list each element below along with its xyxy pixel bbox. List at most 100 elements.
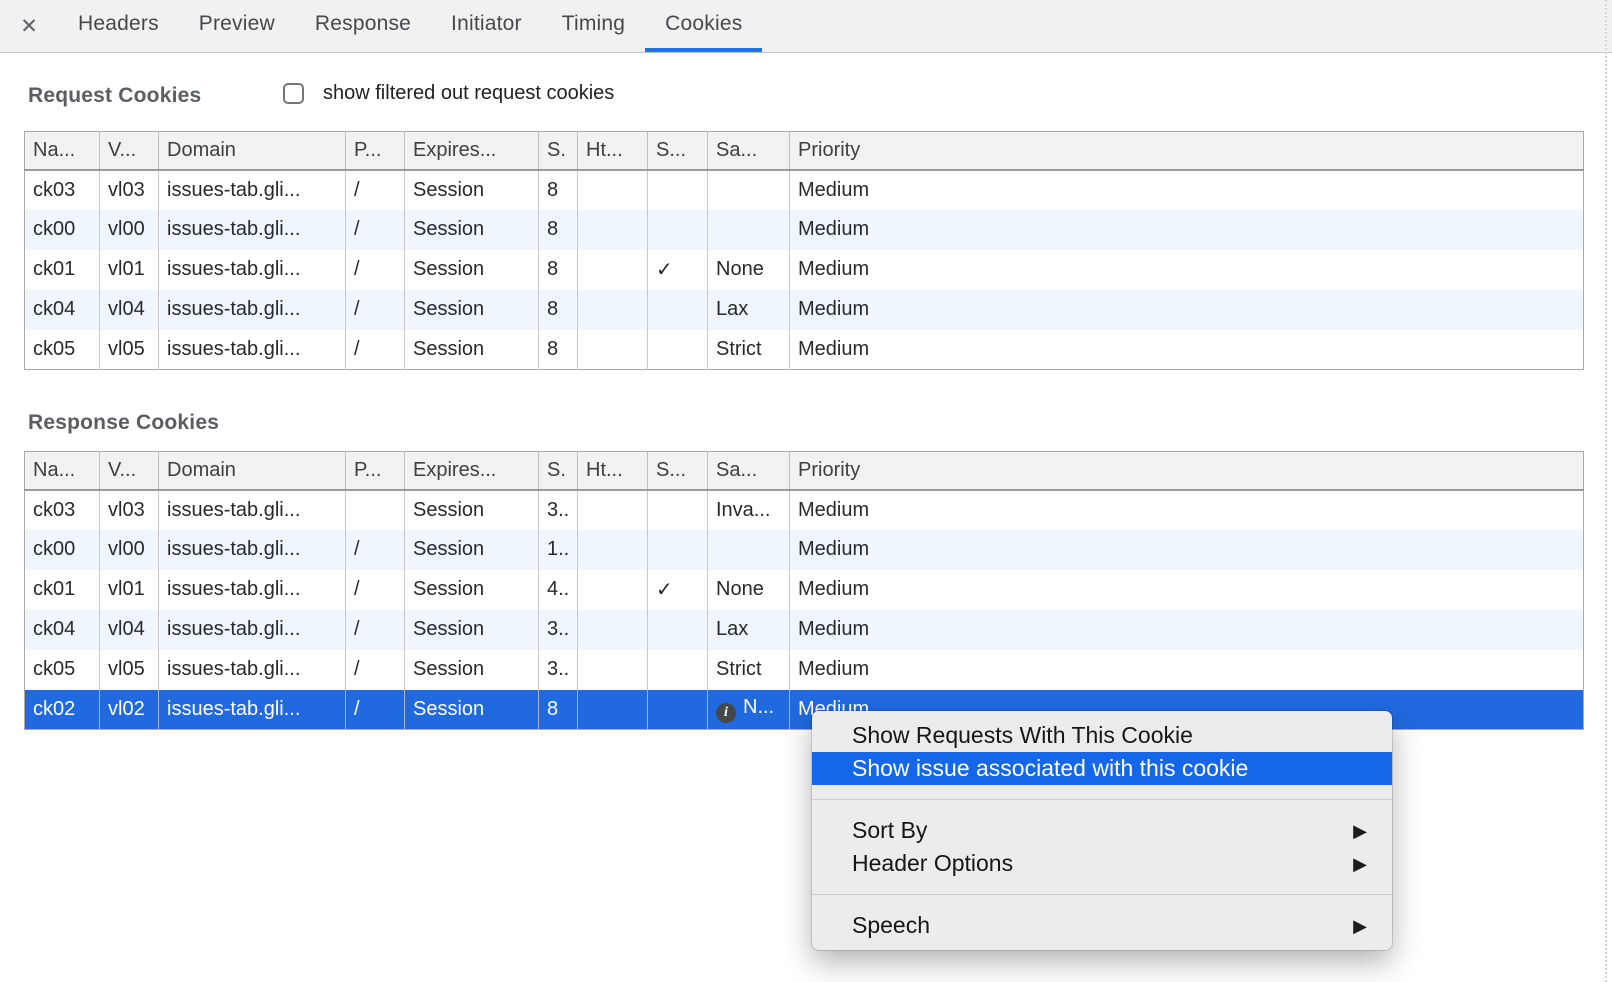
tab-preview[interactable]: Preview xyxy=(179,0,295,52)
cell-samesite: Lax xyxy=(708,610,790,650)
column-header-path[interactable]: P... xyxy=(346,132,405,170)
cell-samesite: Strict xyxy=(708,650,790,690)
column-header-value[interactable]: V... xyxy=(100,452,159,490)
column-header-size[interactable]: S. xyxy=(539,452,578,490)
cell-name: ck05 xyxy=(25,650,100,690)
cell-priority: Medium xyxy=(790,650,1584,690)
menu-separator xyxy=(812,799,1392,800)
cell-path: / xyxy=(346,290,405,330)
tab-response[interactable]: Response xyxy=(295,0,431,52)
cell-httponly xyxy=(578,530,648,570)
submenu-arrow-icon: ▶ xyxy=(1353,855,1367,873)
cookie-row-ck03[interactable]: ck03vl03issues-tab.gli.../Session8Medium xyxy=(25,170,1584,210)
menu-item-label: Show Requests With This Cookie xyxy=(852,722,1193,749)
cell-name: ck05 xyxy=(25,330,100,370)
cell-size: 1.. xyxy=(539,530,578,570)
cell-secure xyxy=(648,610,708,650)
cell-samesite: Lax xyxy=(708,290,790,330)
menu-item-label: Show issue associated with this cookie xyxy=(852,755,1248,782)
cell-value: vl03 xyxy=(100,490,159,530)
tab-headers[interactable]: Headers xyxy=(58,0,179,52)
cell-samesite xyxy=(708,170,790,210)
column-header-name[interactable]: Na... xyxy=(25,452,100,490)
cell-domain: issues-tab.gli... xyxy=(159,610,346,650)
cookie-row-ck05[interactable]: ck05vl05issues-tab.gli.../Session8Strict… xyxy=(25,330,1584,370)
cell-name: ck04 xyxy=(25,610,100,650)
cell-size: 8 xyxy=(539,690,578,730)
cookie-row-ck04[interactable]: ck04vl04issues-tab.gli.../Session8LaxMed… xyxy=(25,290,1584,330)
column-header-secure[interactable]: S... xyxy=(648,132,708,170)
column-header-priority[interactable]: Priority xyxy=(790,132,1584,170)
cookie-row-ck04[interactable]: ck04vl04issues-tab.gli.../Session3..LaxM… xyxy=(25,610,1584,650)
close-icon[interactable]: ✕ xyxy=(12,0,46,52)
cell-path: / xyxy=(346,530,405,570)
cell-secure xyxy=(648,690,708,730)
cell-priority: Medium xyxy=(790,330,1584,370)
cell-expires: Session xyxy=(405,210,539,250)
cell-domain: issues-tab.gli... xyxy=(159,650,346,690)
cell-value: vl03 xyxy=(100,170,159,210)
cell-samesite: Strict xyxy=(708,330,790,370)
column-header-expires[interactable]: Expires... xyxy=(405,132,539,170)
cell-size: 3.. xyxy=(539,490,578,530)
cell-expires: Session xyxy=(405,610,539,650)
column-header-path[interactable]: P... xyxy=(346,452,405,490)
filter-checkbox[interactable] xyxy=(283,83,304,104)
menu-item-sort-by[interactable]: Sort By▶ xyxy=(812,814,1392,847)
column-header-domain[interactable]: Domain xyxy=(159,452,346,490)
column-header-samesite[interactable]: Sa... xyxy=(708,452,790,490)
tab-timing[interactable]: Timing xyxy=(542,0,645,52)
cell-size: 4.. xyxy=(539,570,578,610)
cell-value: vl01 xyxy=(100,570,159,610)
menu-item-label: Sort By xyxy=(852,817,927,844)
cell-value: vl04 xyxy=(100,610,159,650)
cell-expires: Session xyxy=(405,690,539,730)
cell-value: vl04 xyxy=(100,290,159,330)
menu-item-header-options[interactable]: Header Options▶ xyxy=(812,847,1392,880)
cell-value: vl00 xyxy=(100,210,159,250)
cell-expires: Session xyxy=(405,170,539,210)
column-header-expires[interactable]: Expires... xyxy=(405,452,539,490)
cell-samesite: iN... xyxy=(708,690,790,730)
tab-bar-tabs: HeadersPreviewResponseInitiatorTimingCoo… xyxy=(58,0,762,52)
menu-item-speech[interactable]: Speech▶ xyxy=(812,909,1392,942)
column-header-domain[interactable]: Domain xyxy=(159,132,346,170)
cell-path: / xyxy=(346,330,405,370)
cell-size: 8 xyxy=(539,170,578,210)
column-header-priority[interactable]: Priority xyxy=(790,452,1584,490)
cookie-row-ck01[interactable]: ck01vl01issues-tab.gli.../Session4..✓Non… xyxy=(25,570,1584,610)
cell-path xyxy=(346,490,405,530)
column-header-samesite[interactable]: Sa... xyxy=(708,132,790,170)
column-header-value[interactable]: V... xyxy=(100,132,159,170)
tab-initiator[interactable]: Initiator xyxy=(431,0,542,52)
column-header-httponly[interactable]: Ht... xyxy=(578,452,648,490)
filter-checkbox-row[interactable]: show filtered out request cookies xyxy=(283,82,614,105)
cell-httponly xyxy=(578,690,648,730)
cookie-row-ck05[interactable]: ck05vl05issues-tab.gli.../Session3..Stri… xyxy=(25,650,1584,690)
cell-priority: Medium xyxy=(790,210,1584,250)
cell-domain: issues-tab.gli... xyxy=(159,170,346,210)
cell-path: / xyxy=(346,610,405,650)
cell-domain: issues-tab.gli... xyxy=(159,290,346,330)
cell-secure: ✓ xyxy=(648,250,708,290)
column-header-secure[interactable]: S... xyxy=(648,452,708,490)
cookie-row-ck01[interactable]: ck01vl01issues-tab.gli.../Session8✓NoneM… xyxy=(25,250,1584,290)
cell-name: ck00 xyxy=(25,530,100,570)
cell-value: vl01 xyxy=(100,250,159,290)
cell-secure xyxy=(648,530,708,570)
cell-domain: issues-tab.gli... xyxy=(159,250,346,290)
context-menu: Show Requests With This Cookie Show issue… xyxy=(812,711,1392,950)
menu-item-show-requests-with-this-cookie[interactable]: Show Requests With This Cookie xyxy=(812,719,1392,752)
cell-value: vl05 xyxy=(100,330,159,370)
cell-priority: Medium xyxy=(790,490,1584,530)
cell-secure xyxy=(648,170,708,210)
cell-expires: Session xyxy=(405,530,539,570)
column-header-httponly[interactable]: Ht... xyxy=(578,132,648,170)
cookie-row-ck00[interactable]: ck00vl00issues-tab.gli.../Session1..Medi… xyxy=(25,530,1584,570)
menu-item-show-issue-associated-with-this-cookie[interactable]: Show issue associated with this cookie xyxy=(812,752,1392,785)
cookie-row-ck00[interactable]: ck00vl00issues-tab.gli.../Session8Medium xyxy=(25,210,1584,250)
column-header-size[interactable]: S. xyxy=(539,132,578,170)
tab-cookies[interactable]: Cookies xyxy=(645,0,762,52)
column-header-name[interactable]: Na... xyxy=(25,132,100,170)
cookie-row-ck03[interactable]: ck03vl03issues-tab.gli...Session3..Inva.… xyxy=(25,490,1584,530)
